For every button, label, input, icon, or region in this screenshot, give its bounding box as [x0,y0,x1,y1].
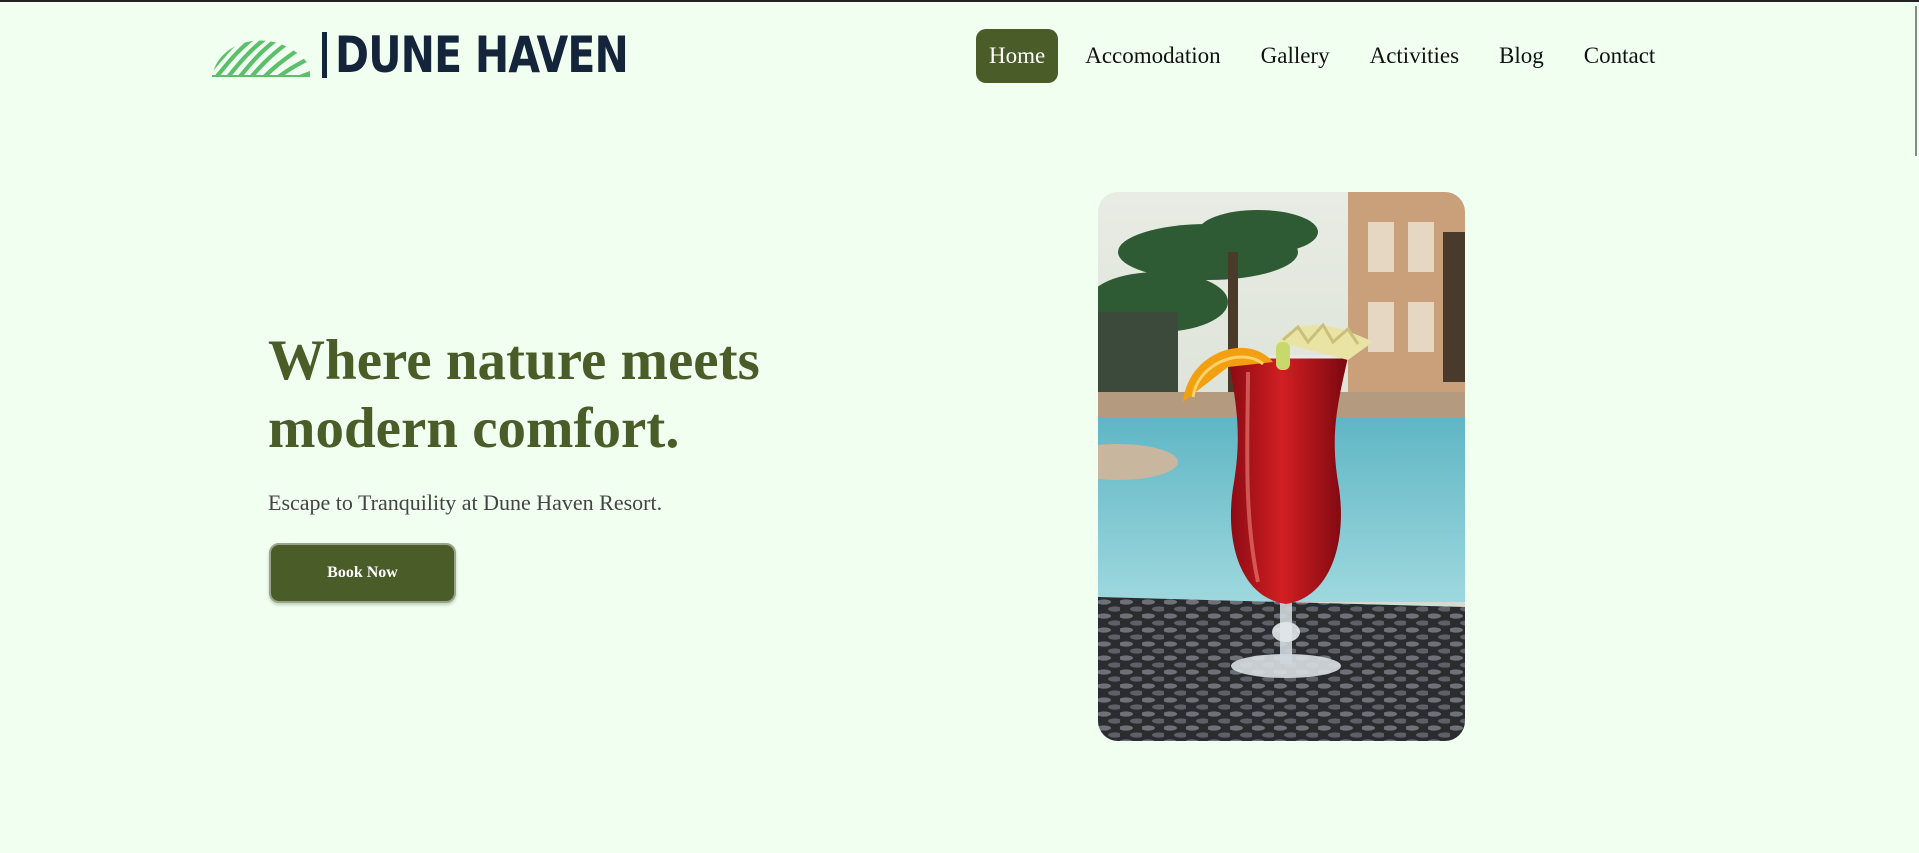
logo-divider [322,32,327,78]
hero-subtitle: Escape to Tranquility at Dune Haven Reso… [268,490,663,515]
page-scrollbar[interactable] [1907,2,1919,853]
brand-name: DUNE HAVEN [335,26,629,84]
site-header: DUNE HAVEN Home Accomodation Gallery Act… [0,2,1919,102]
hero-title: Where nature meets modern comfort. [268,329,760,460]
nav-item-accomodation[interactable]: Accomodation [1072,29,1233,83]
book-now-button[interactable]: Book Now [269,543,456,603]
nav-item-home[interactable]: Home [976,29,1059,83]
nav-item-gallery[interactable]: Gallery [1248,29,1343,83]
nav-item-blog[interactable]: Blog [1486,29,1557,83]
cocktail-poolside-photo-icon [1098,192,1465,741]
nav-item-activities[interactable]: Activities [1357,29,1472,83]
site-logo[interactable]: DUNE HAVEN [210,28,692,82]
main-nav: Home Accomodation Gallery Activities Blo… [976,29,1682,83]
dune-waves-logo-icon [212,40,310,77]
nav-item-contact[interactable]: Contact [1571,29,1669,83]
hero-image [1098,192,1465,741]
